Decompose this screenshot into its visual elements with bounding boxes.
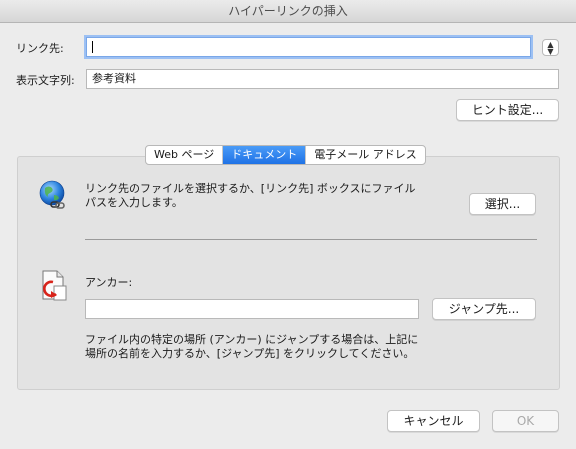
tab-web-page[interactable]: Web ページ — [146, 146, 224, 164]
display-text-label: 表示文字列: — [16, 74, 75, 87]
anchor-help-text: ファイル内の特定の場所 (アンカー) にジャンプする場合は、上記に 場所の名前を… — [85, 333, 418, 361]
screentip-button[interactable]: ヒント設定... — [456, 99, 559, 121]
anchor-label: アンカー: — [85, 276, 133, 289]
display-text-value: 参考資料 — [92, 72, 136, 85]
instruction-line: パスを入力します。 — [85, 196, 183, 209]
select-button[interactable]: 選択... — [469, 193, 536, 215]
display-text-input[interactable]: 参考資料 — [86, 69, 559, 89]
window-title: ハイパーリンクの挿入 — [0, 0, 576, 23]
document-anchor-icon — [42, 270, 67, 301]
divider — [85, 239, 537, 240]
instruction-line: リンク先のファイルを選択するか、[リンク先] ボックスにファイル — [85, 182, 416, 195]
tab-email-address[interactable]: 電子メール アドレス — [306, 146, 425, 164]
anchor-help-line: ファイル内の特定の場所 (アンカー) にジャンプする場合は、上記に — [85, 333, 419, 346]
link-type-tabs: Web ページ ドキュメント 電子メール アドレス — [145, 145, 426, 165]
anchor-help-line: 場所の名前を入力するか、[ジャンプ先] をクリックしてください。 — [85, 347, 415, 360]
link-to-label: リンク先: — [16, 42, 64, 55]
jump-to-button[interactable]: ジャンプ先... — [432, 298, 536, 320]
cancel-button[interactable]: キャンセル — [387, 410, 480, 432]
chevron-up-down-icon[interactable]: ▲ ▼ — [542, 39, 559, 56]
link-to-input[interactable] — [86, 37, 531, 57]
text-caret — [92, 41, 93, 53]
globe-link-icon — [39, 180, 65, 209]
instruction-text: リンク先のファイルを選択するか、[リンク先] ボックスにファイル パスを入力しま… — [85, 182, 416, 210]
tab-document[interactable]: ドキュメント — [223, 146, 307, 164]
ok-button[interactable]: OK — [492, 410, 559, 432]
anchor-input[interactable] — [85, 299, 419, 319]
insert-hyperlink-dialog: ハイパーリンクの挿入 リンク先: ▲ ▼ 表示文字列: 参考資料 ヒント設定...… — [0, 0, 576, 449]
